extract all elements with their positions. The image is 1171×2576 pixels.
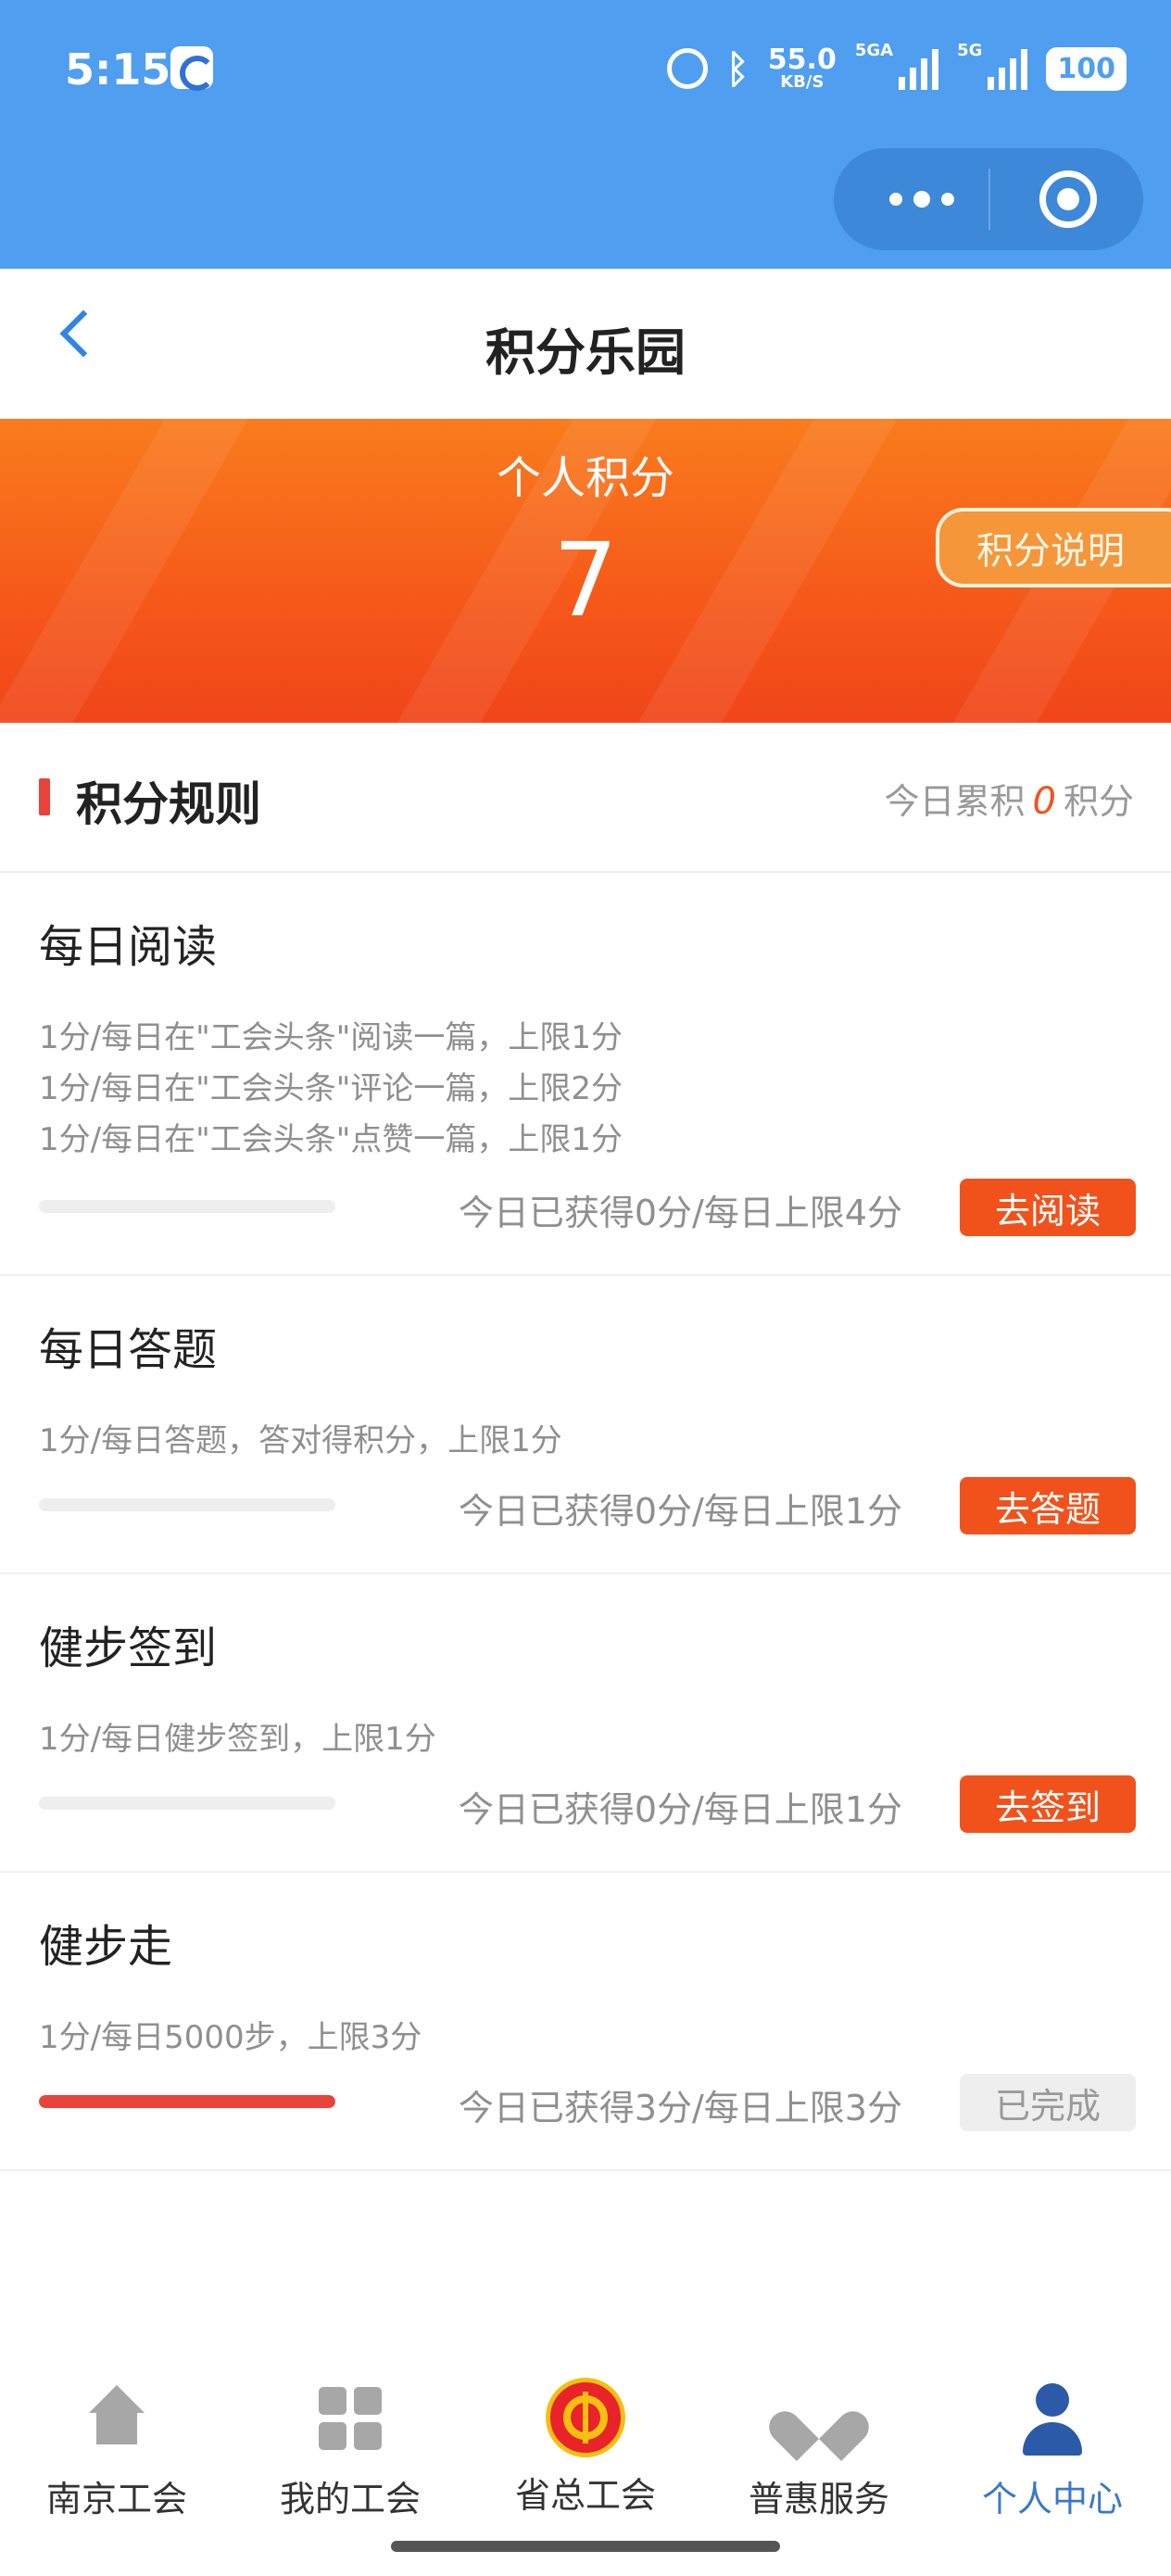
rule-description: 1分/每日在"工会头条"评论一篇，上限2分 <box>39 1070 623 1107</box>
section-marker <box>39 778 50 815</box>
signal-type-2: 5G <box>957 41 983 60</box>
today-suffix: 积分 <box>1063 781 1134 822</box>
navigation-bar: 积分乐园 <box>0 269 1171 419</box>
rule-title: 每日阅读 <box>39 921 218 973</box>
tab-label: 省总工会 <box>514 2475 656 2516</box>
go-quiz-button[interactable]: 去答题 <box>960 1477 1136 1534</box>
capsule-divider <box>988 169 990 230</box>
more-icon[interactable] <box>880 189 963 209</box>
rule-item-checkin: 健步签到 1分/每日健步签到，上限1分 今日已获得0分/每日上限1分 去签到 <box>0 1574 1171 1873</box>
target-icon[interactable] <box>1039 170 1097 228</box>
rule-description: 1分/每日健步签到，上限1分 <box>39 1721 436 1758</box>
tab-label: 我的工会 <box>279 2479 421 2519</box>
rule-title: 健步走 <box>39 1921 173 1973</box>
points-banner: 个人积分 7 积分说明 <box>0 419 1171 723</box>
status-time: 5:15 <box>65 44 171 95</box>
go-checkin-button[interactable]: 去签到 <box>960 1775 1136 1833</box>
progress-fill <box>39 2095 335 2108</box>
tab-provincial-union[interactable]: 省总工会 <box>469 2378 702 2530</box>
progress-bar <box>39 2095 335 2108</box>
page-title: 积分乐园 <box>485 323 686 382</box>
rule-item-quiz: 每日答题 1分/每日答题，答对得积分，上限1分 今日已获得0分/每日上限1分 去… <box>0 1276 1171 1574</box>
rule-title: 健步签到 <box>39 1623 218 1674</box>
progress-bar <box>39 1498 335 1511</box>
rule-item-walking: 健步走 1分/每日5000步，上限3分 今日已获得3分/每日上限3分 已完成 <box>0 1873 1171 2171</box>
tab-personal-center[interactable]: 个人中心 <box>936 2381 1169 2530</box>
network-speed-unit: KB/S <box>780 72 825 92</box>
person-icon <box>1015 2381 1089 2456</box>
bluetooth-icon: ᛒ <box>725 45 749 92</box>
miniprogram-capsule <box>834 148 1143 250</box>
go-read-button[interactable]: 去阅读 <box>960 1179 1136 1236</box>
network-speed-value: 55.0 <box>767 44 837 76</box>
status-bar-area: 5:15 ᛒ 55.0 KB/S 5GA 5G 100 <box>0 0 1171 269</box>
rule-item-reading: 每日阅读 1分/每日在"工会头条"阅读一篇，上限1分 1分/每日在"工会头条"评… <box>0 873 1171 1276</box>
progress-text: 今日已获得0分/每日上限1分 <box>458 1789 902 1830</box>
rule-description: 1分/每日在"工会头条"点赞一篇，上限1分 <box>39 1121 623 1158</box>
signal-icon <box>899 47 939 90</box>
tab-nanjing-union[interactable]: 南京工会 <box>0 2381 233 2530</box>
rule-title: 每日答题 <box>39 1324 218 1376</box>
today-value: 0 <box>1032 780 1056 823</box>
tab-my-union[interactable]: 我的工会 <box>233 2381 467 2530</box>
rule-description: 1分/每日5000步，上限3分 <box>39 2019 422 2056</box>
app-icon <box>170 46 215 91</box>
heart-icon <box>782 2381 856 2456</box>
grid-icon <box>313 2381 387 2456</box>
progress-text: 今日已获得3分/每日上限3分 <box>458 2088 902 2128</box>
signal-type-1: 5GA <box>854 41 894 60</box>
union-logo-icon <box>546 2378 625 2457</box>
home-indicator[interactable] <box>391 2541 780 2552</box>
status-icons: ᛒ 55.0 KB/S 5GA 5G 100 <box>666 41 1127 96</box>
progress-text: 今日已获得0分/每日上限4分 <box>458 1193 902 1233</box>
signal-icon-2 <box>988 47 1028 90</box>
rules-header: 积分规则 今日累积 0 积分 <box>0 723 1171 873</box>
rule-description: 1分/每日在"工会头条"阅读一篇，上限1分 <box>39 1019 623 1056</box>
personal-points-label: 个人积分 <box>496 452 674 504</box>
progress-text: 今日已获得0分/每日上限1分 <box>458 1491 902 1532</box>
rule-description: 1分/每日答题，答对得积分，上限1分 <box>39 1422 562 1459</box>
battery-icon: 100 <box>1046 46 1127 91</box>
home-icon <box>80 2381 154 2456</box>
tab-benefit-service[interactable]: 普惠服务 <box>702 2381 936 2530</box>
points-explain-button[interactable]: 积分说明 <box>936 508 1171 587</box>
progress-bar <box>39 1200 335 1213</box>
today-prefix: 今日累积 <box>884 781 1026 822</box>
alarm-icon <box>666 48 708 89</box>
rules-title: 积分规则 <box>76 777 261 831</box>
tab-label: 个人中心 <box>981 2479 1123 2519</box>
completed-badge: 已完成 <box>960 2074 1136 2131</box>
tab-label: 南京工会 <box>45 2479 187 2519</box>
progress-bar <box>39 1797 335 1810</box>
today-accumulated: 今日累积 0 积分 <box>885 773 1134 824</box>
network-speed: 55.0 KB/S <box>768 46 837 91</box>
tab-label: 普惠服务 <box>748 2479 889 2519</box>
